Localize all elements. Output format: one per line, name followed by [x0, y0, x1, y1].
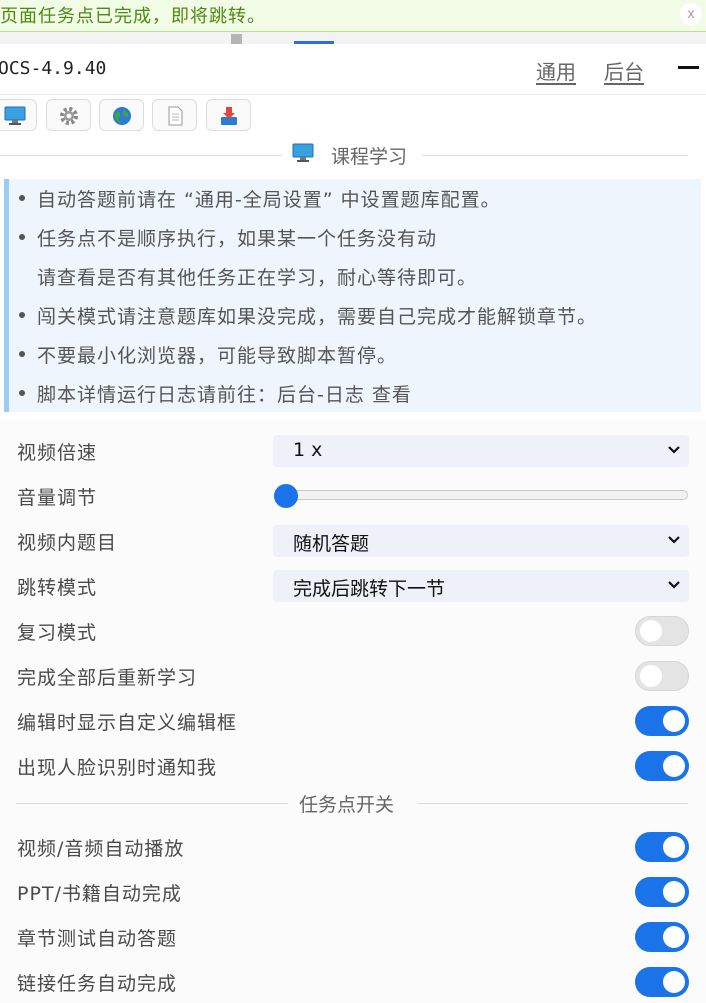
jump-mode-select[interactable]: 完成后跳转下一节 — [273, 570, 689, 602]
face-notify-label: 出现人脸识别时通知我 — [17, 757, 218, 779]
volume-label: 音量调节 — [17, 487, 98, 509]
monitor-icon — [292, 143, 314, 162]
chapter-test-toggle[interactable] — [635, 922, 689, 952]
toggle-knob — [663, 971, 685, 993]
divider-line — [422, 155, 688, 156]
tip-item: 不要最小化浏览器，可能导致脚本暂停。 — [19, 341, 398, 368]
notification-bar: 页面任务点已完成，即将跳转。 x — [0, 0, 706, 32]
gear-icon — [60, 107, 78, 125]
toggle-knob — [663, 755, 685, 777]
tip-item: 脚本详情运行日志请前往：后台-日志 查看 — [19, 380, 412, 407]
globe-icon — [113, 107, 131, 125]
tip-text: 任务点不是顺序执行，如果某一个任务没有动 — [37, 228, 438, 250]
toggle-knob — [663, 926, 685, 948]
download-tray-icon — [221, 107, 237, 125]
strip-marker — [231, 34, 242, 44]
nav-general-link[interactable]: 通用 — [536, 56, 576, 85]
tasks-section-label: 任务点开关 — [299, 794, 395, 816]
bullet-icon — [19, 390, 25, 396]
tasks-section-divider: 任务点开关 — [0, 788, 706, 818]
page-strip — [0, 32, 706, 44]
chevron-down-icon — [668, 446, 680, 454]
divider-line — [16, 803, 288, 804]
jump-mode-value: 完成后跳转下一节 — [293, 578, 446, 600]
bullet-icon — [19, 312, 25, 318]
tip-text: 不要最小化浏览器，可能导致脚本暂停。 — [37, 345, 398, 367]
bullet-icon — [19, 234, 25, 240]
video-question-value: 随机答题 — [293, 533, 370, 555]
tip-item: 自动答题前请在 “通用-全局设置” 中设置题库配置。 — [19, 185, 501, 212]
close-icon[interactable]: x — [680, 3, 702, 25]
tip-text: 闯关模式请注意题库如果没完成，需要自己完成才能解锁章节。 — [37, 306, 598, 328]
tip-item-continued: 请查看是否有其他任务正在学习，耐心等待即可。 — [37, 263, 477, 290]
bullet-icon — [19, 195, 25, 201]
tip-text: 请查看是否有其他任务正在学习，耐心等待即可。 — [37, 267, 478, 289]
app-title: OCS-4.9.40 — [0, 58, 107, 79]
chevron-down-icon — [668, 581, 680, 589]
chevron-down-icon — [668, 536, 680, 544]
link-task-label: 链接任务自动完成 — [17, 973, 178, 995]
bullet-icon — [19, 351, 25, 357]
course-section-divider: 课程学习 — [0, 140, 706, 170]
video-audio-toggle[interactable] — [635, 832, 689, 862]
ppt-book-toggle[interactable] — [635, 877, 689, 907]
tip-item: 任务点不是顺序执行，如果某一个任务没有动 — [19, 224, 438, 251]
tip-text: 自动答题前请在 “通用-全局设置” 中设置题库配置。 — [37, 189, 501, 211]
face-notify-toggle[interactable] — [635, 751, 689, 781]
restudy-toggle[interactable] — [635, 661, 689, 691]
ppt-book-label: PPT/书籍自动完成 — [17, 883, 182, 905]
volume-slider-track[interactable] — [285, 490, 688, 500]
notification-text: 页面任务点已完成，即将跳转。 — [0, 6, 266, 27]
web-tab-button[interactable] — [99, 99, 144, 131]
tip-item: 闯关模式请注意题库如果没完成，需要自己完成才能解锁章节。 — [19, 302, 598, 329]
tip-text: 脚本详情运行日志请前往：后台-日志 查看 — [37, 384, 412, 406]
playback-rate-value: 1 x — [293, 439, 323, 461]
link-task-toggle[interactable] — [635, 967, 689, 997]
settings-tab-button[interactable] — [46, 99, 91, 131]
toggle-knob — [663, 836, 685, 858]
panel-header: OCS-4.9.40 通用 后台 — [0, 44, 706, 95]
chapter-test-label: 章节测试自动答题 — [17, 928, 178, 950]
review-mode-toggle[interactable] — [635, 616, 689, 646]
minus-icon[interactable] — [678, 66, 699, 69]
toggle-knob — [640, 665, 662, 687]
nav-backend-link[interactable]: 后台 — [604, 56, 644, 85]
document-tab-button[interactable] — [152, 99, 197, 131]
review-mode-label: 复习模式 — [17, 622, 98, 644]
toggle-knob — [640, 620, 662, 642]
tips-box: 自动答题前请在 “通用-全局设置” 中设置题库配置。 任务点不是顺序执行，如果某… — [4, 179, 701, 412]
divider-line — [0, 155, 282, 156]
document-icon — [168, 106, 183, 126]
restudy-label: 完成全部后重新学习 — [17, 667, 198, 689]
playback-rate-select[interactable]: 1 x — [273, 435, 689, 467]
volume-slider-thumb[interactable] — [274, 484, 298, 508]
course-tab-button[interactable] — [0, 99, 37, 131]
custom-editor-toggle[interactable] — [635, 706, 689, 736]
toggle-knob — [663, 710, 685, 732]
monitor-icon — [4, 106, 26, 125]
custom-editor-label: 编辑时显示自定义编辑框 — [17, 712, 238, 734]
course-section-label: 课程学习 — [331, 146, 408, 168]
download-tab-button[interactable] — [206, 99, 251, 131]
jump-mode-label: 跳转模式 — [17, 577, 98, 599]
toggle-knob — [663, 881, 685, 903]
playback-rate-label: 视频倍速 — [17, 442, 98, 464]
divider-line — [418, 803, 688, 804]
video-audio-label: 视频/音频自动播放 — [17, 838, 185, 860]
video-question-label: 视频内题目 — [17, 532, 118, 554]
video-question-select[interactable]: 随机答题 — [273, 525, 689, 557]
